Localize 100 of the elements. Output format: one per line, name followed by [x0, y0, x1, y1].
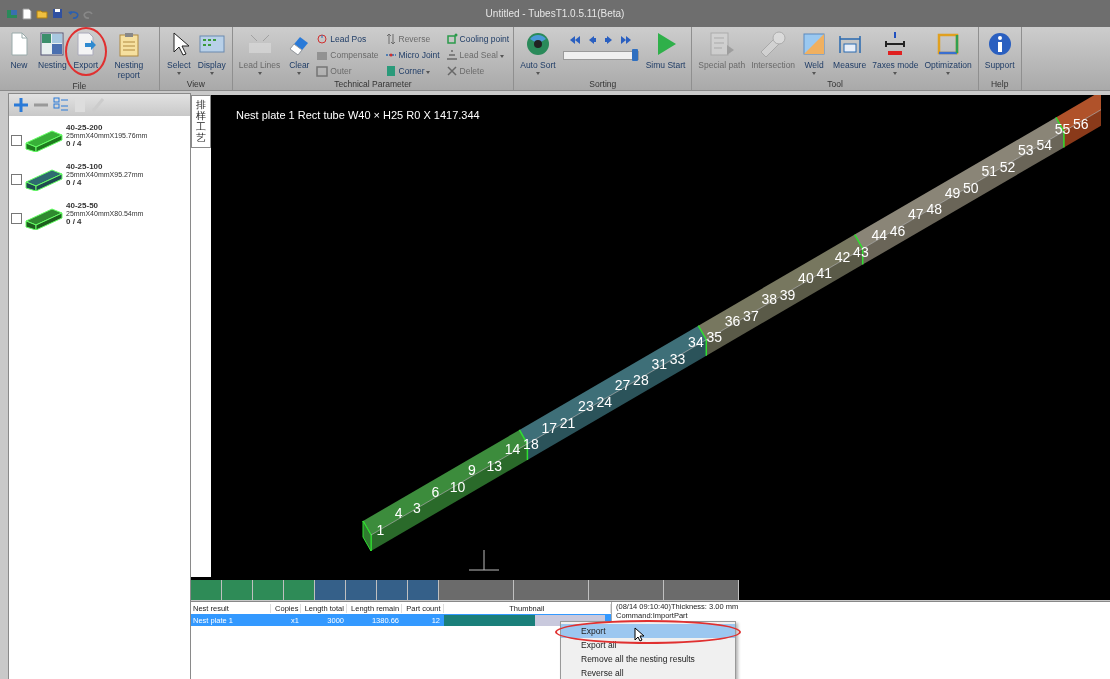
part-name: 40-25-50 — [66, 201, 100, 210]
part-thumbnail — [24, 166, 64, 191]
caret-icon — [426, 70, 431, 74]
part-number: 33 — [669, 350, 686, 367]
slider-thumb[interactable] — [632, 49, 639, 61]
plus-icon[interactable] — [13, 97, 29, 113]
caret-icon — [176, 72, 181, 75]
caret-icon — [946, 72, 951, 75]
close-icon — [445, 65, 458, 77]
part-number: 28 — [633, 372, 649, 389]
part-number: 41 — [816, 265, 832, 282]
list-icon[interactable] — [53, 97, 69, 113]
part-number: 38 — [761, 291, 777, 308]
ribbon-button[interactable]: Clear — [284, 31, 315, 75]
group-label: Tool — [826, 78, 844, 90]
part-number: 55 — [1054, 120, 1071, 137]
part-number: 51 — [981, 163, 997, 180]
caret-icon — [812, 72, 817, 75]
part-number: 39 — [779, 286, 796, 303]
slider[interactable] — [562, 51, 639, 60]
ribbon-button[interactable]: Nesting report — [102, 31, 155, 80]
weld-icon — [801, 31, 828, 57]
ribbon-button[interactable]: Cooling point — [445, 32, 510, 46]
save-icon[interactable] — [52, 8, 63, 19]
part-number: 6 — [431, 483, 440, 500]
ribbon-button[interactable]: Weld — [799, 31, 830, 75]
caret-icon — [209, 72, 214, 75]
part-number: 48 — [926, 201, 942, 218]
caret-icon — [893, 72, 898, 75]
app-icon — [6, 7, 18, 20]
part-name: 40-25-200 — [66, 123, 104, 132]
part-thumbnail — [24, 205, 64, 230]
path-icon — [708, 31, 735, 57]
ribbon-button[interactable]: Nesting — [36, 31, 69, 70]
ribbon-button[interactable]: Corner — [384, 64, 440, 78]
ribbon-button[interactable]: Optimization — [922, 31, 974, 75]
part-number: 3 — [413, 500, 421, 517]
ribbon-button[interactable]: Lead Pos — [316, 32, 379, 46]
part-count: 0 / 4 — [66, 139, 83, 148]
menu-item[interactable]: Export — [561, 624, 735, 638]
menu-item[interactable]: Reverse all — [561, 666, 735, 679]
cursor-icon — [634, 627, 644, 642]
checkbox[interactable] — [11, 174, 22, 185]
ribbon-button[interactable]: New — [4, 31, 34, 70]
rewind-icon — [569, 35, 582, 45]
part-number: 36 — [724, 312, 741, 329]
document-icon[interactable] — [22, 7, 32, 20]
caret-icon — [297, 72, 302, 75]
ribbon-button[interactable]: 7axes mode — [870, 31, 921, 75]
group-label: Technical Parameter — [333, 78, 413, 90]
part-number: 27 — [614, 376, 631, 393]
part-count: 0 / 4 — [66, 178, 83, 187]
part-number: 56 — [1073, 115, 1089, 132]
part-number: 40 — [798, 270, 814, 287]
outline-icon — [316, 65, 329, 77]
sphere-icon — [524, 31, 551, 57]
caret-icon — [535, 72, 540, 75]
caret-icon — [257, 72, 262, 75]
info-icon — [986, 31, 1013, 57]
part-number: 17 — [541, 419, 557, 436]
folder-icon[interactable] — [36, 8, 48, 19]
part-number: 52 — [999, 158, 1016, 175]
point-icon — [445, 33, 458, 45]
swap-icon — [384, 33, 397, 45]
ribbon-button[interactable]: Auto Sort — [518, 31, 558, 75]
group-label: File — [71, 80, 88, 92]
layers-icon — [316, 49, 329, 61]
part-number: 13 — [486, 457, 502, 474]
menu-item[interactable]: Remove all the nesting results — [561, 652, 735, 666]
ribbon-button[interactable]: Micro Joint — [384, 48, 440, 62]
checkbox[interactable] — [11, 135, 22, 146]
part-number: 37 — [743, 308, 759, 325]
part-number: 49 — [944, 184, 961, 201]
part-number: 47 — [908, 206, 924, 222]
rewind-button[interactable] — [569, 35, 582, 45]
part-number: 46 — [889, 222, 906, 239]
pipe-icon — [760, 31, 787, 57]
side-tab[interactable]: 排样工艺 — [191, 95, 211, 148]
checkbox[interactable] — [11, 213, 22, 224]
caret-icon — [499, 54, 504, 58]
fast-forward-icon — [620, 35, 633, 45]
seal-icon — [445, 49, 458, 61]
part-name: 40-25-100 — [66, 162, 104, 171]
ribbon-button[interactable]: Select — [163, 31, 194, 75]
part-number: 44 — [871, 227, 887, 244]
window-title: Untitled - TubesT1.0.5.11(Beta) — [485, 8, 625, 19]
crosshair-icon — [468, 549, 500, 571]
ribbon-button[interactable]: Measure — [831, 31, 869, 70]
fast-forward-button[interactable] — [620, 35, 633, 45]
part-number: 42 — [834, 248, 851, 265]
ribbon-button[interactable]: Display — [195, 31, 228, 75]
part-number: 54 — [1036, 137, 1052, 154]
ribbon-button[interactable]: Simu Start — [643, 31, 688, 70]
part-number: 24 — [596, 393, 612, 410]
part-number: 21 — [559, 414, 576, 431]
corner-icon — [384, 65, 397, 77]
ribbon-button[interactable]: Export — [70, 31, 101, 70]
ribbon-button[interactable]: Support — [982, 31, 1017, 70]
target-icon — [316, 33, 329, 45]
part-number: 35 — [706, 329, 722, 346]
